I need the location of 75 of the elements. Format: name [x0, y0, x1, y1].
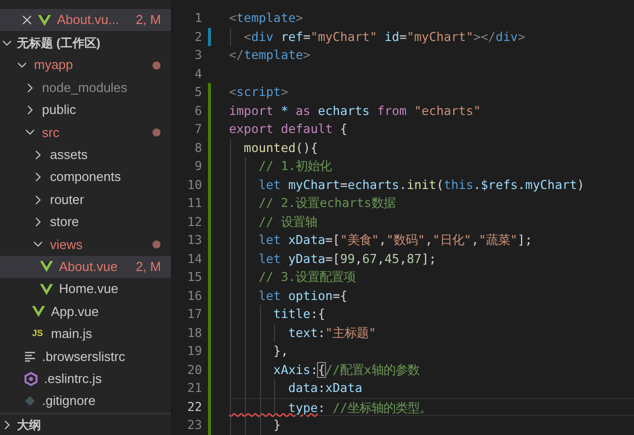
- code-line: data:xData: [229, 379, 634, 398]
- line-number: 19: [186, 343, 202, 360]
- code-line: }: [229, 416, 634, 434]
- code-line: // 3.设置配置项: [229, 268, 634, 286]
- modified-dot-icon: [152, 60, 161, 70]
- file-tree-item[interactable]: App.vue: [0, 300, 171, 323]
- line-number: 3: [194, 47, 202, 64]
- workspace-header[interactable]: 无标题 (工作区): [0, 32, 171, 54]
- line-number: 2: [194, 28, 202, 46]
- line-number: 6: [194, 102, 202, 120]
- code-line: // 2.设置echarts数据: [229, 194, 634, 212]
- code-line: let xData=["美食","数码","日化","蔬菜"];: [229, 231, 634, 250]
- outline-header[interactable]: 大纲: [0, 416, 41, 434]
- code-line: <template>: [229, 10, 304, 27]
- file-tree-item[interactable]: assets: [0, 144, 171, 166]
- line-number: 4: [194, 66, 202, 82]
- line-number: 11: [186, 195, 202, 212]
- file-tree-item[interactable]: views: [0, 233, 171, 256]
- lines-icon: [24, 350, 36, 362]
- code-line: },: [229, 342, 634, 360]
- code-line: import * as echarts from "echarts": [229, 102, 482, 120]
- line-number: 8: [194, 140, 202, 156]
- file-tree-item[interactable]: .eslintrc.js: [0, 367, 171, 390]
- file-tree-item[interactable]: router: [0, 188, 171, 211]
- file-tree-item[interactable]: node_modules: [0, 76, 171, 99]
- code-line: mounted(){: [229, 138, 634, 157]
- line-number: 18: [186, 324, 202, 342]
- v-logo-icon: [38, 14, 51, 26]
- code-line: let option={: [229, 286, 634, 305]
- v-logo-icon: [32, 306, 45, 317]
- code-line: // 设置轴: [229, 212, 634, 231]
- open-editor-item[interactable]: About.vu... 2, M: [0, 9, 171, 31]
- code-line: export default {: [229, 121, 348, 138]
- modified-dot-icon: [152, 240, 161, 249]
- code-line: </template>: [229, 47, 312, 64]
- line-number: 1: [194, 10, 202, 27]
- file-tree-item[interactable]: JS main.js: [0, 322, 171, 346]
- line-number: 12: [186, 214, 202, 230]
- line-number: 14: [186, 250, 202, 268]
- code-line: xAxis:{//配置x轴的参数: [229, 360, 634, 379]
- v-logo-icon: [40, 284, 53, 295]
- line-number: 21: [186, 380, 202, 397]
- code-line: type: //坐标轴的类型。: [229, 398, 634, 416]
- code-line: text:"主标题": [229, 324, 634, 342]
- line-number: 15: [186, 269, 202, 286]
- file-tree-item[interactable]: src: [0, 121, 171, 144]
- line-number: 5: [194, 84, 202, 101]
- code-line: let myChart=echarts.init(this.$refs.myChart): [229, 176, 634, 194]
- code-line: let yData=[99,67,45,87];: [229, 250, 634, 268]
- file-tree-item[interactable]: .gitignore: [0, 390, 171, 412]
- file-tree-item[interactable]: public: [0, 98, 171, 122]
- file-tree-item[interactable]: myapp: [0, 54, 171, 76]
- file-tree-item[interactable]: Home.vue: [0, 278, 171, 300]
- file-tree-item[interactable]: .browserslistrc: [0, 345, 171, 368]
- close-icon: [22, 15, 32, 25]
- file-tree-item[interactable]: store: [0, 210, 171, 234]
- line-number: 13: [186, 232, 202, 249]
- code-line: <div ref="myChart" id="myChart"></div>: [229, 28, 634, 46]
- line-number: 7: [194, 121, 202, 138]
- line-number: 10: [186, 176, 202, 194]
- line-number: 16: [186, 288, 202, 304]
- v-logo-icon: [40, 261, 53, 272]
- modified-dot-icon: [152, 128, 161, 137]
- line-number: 17: [186, 306, 202, 323]
- line-number: 20: [186, 362, 202, 378]
- code-line: <script>: [229, 84, 290, 101]
- code-line: title:{: [229, 305, 634, 324]
- line-number: 23: [186, 417, 202, 434]
- code-line: // 1.初始化: [229, 157, 634, 176]
- hexagon-icon: [24, 372, 38, 386]
- file-tree-item[interactable]: components: [0, 166, 171, 188]
- line-number: 9: [194, 158, 202, 175]
- file-tree-item[interactable]: About.vue 2, M: [0, 256, 171, 278]
- js-icon: JS: [32, 327, 45, 341]
- line-number: 22: [186, 398, 202, 416]
